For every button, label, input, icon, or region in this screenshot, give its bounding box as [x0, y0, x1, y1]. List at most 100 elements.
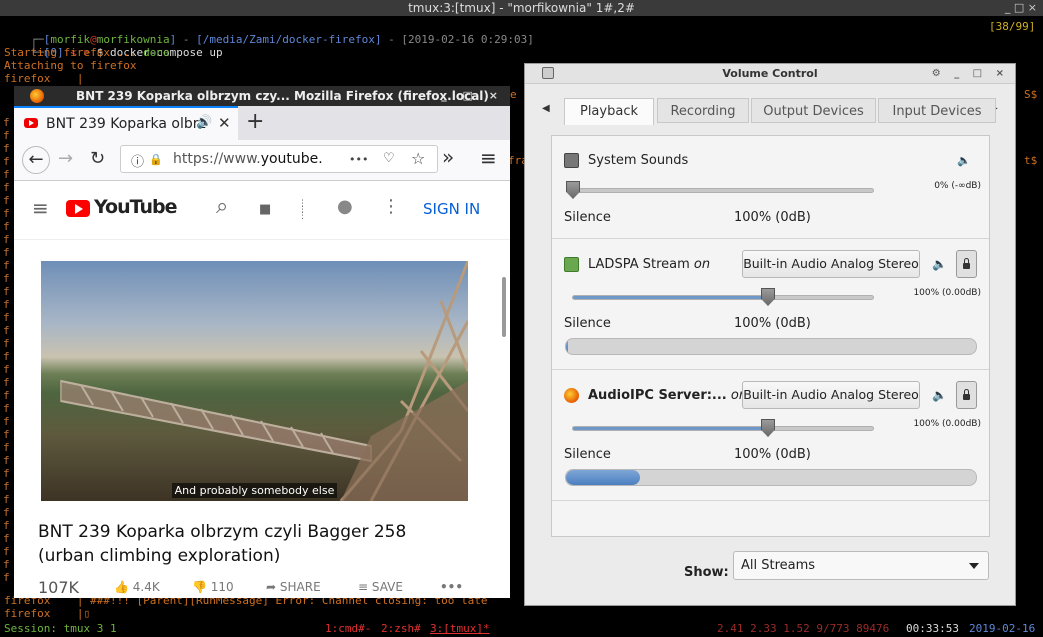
vc-title: Volume Control: [722, 67, 818, 80]
video-player[interactable]: [41, 261, 468, 501]
page-scrollbar[interactable]: [502, 277, 506, 337]
show-label: Show:: [684, 565, 729, 580]
tab-input-devices[interactable]: Input Devices: [878, 98, 996, 123]
tmux-time: 00:33:53: [906, 622, 959, 635]
log-gutter-char: f: [3, 415, 10, 428]
tmux-load: 2.41 2.33 1.52 9/773 89476: [717, 622, 890, 635]
yt-apps-icon[interactable]: ⋮⋮⋮: [298, 200, 314, 221]
log-gutter-char: f: [3, 259, 10, 272]
tab-output-devices[interactable]: Output Devices: [751, 98, 876, 123]
save-button[interactable]: ≡ SAVE: [358, 580, 403, 594]
log-gutter-char: f: [3, 324, 10, 337]
log-gutter-char: f: [3, 194, 10, 207]
log-right-t: t$: [1024, 154, 1038, 167]
youtube-logo[interactable]: [66, 200, 90, 217]
url-bar[interactable]: ⓘ 🔒 https://www.youtube. ••• ♡ ☆: [120, 145, 438, 173]
log-gutter-char: f: [3, 129, 10, 142]
log-attaching: Attaching to firefox: [4, 59, 137, 72]
pocket-icon[interactable]: ♡: [383, 151, 395, 166]
channel-lock-button[interactable]: [956, 381, 977, 409]
silence-label: Silence: [564, 316, 611, 331]
back-button[interactable]: ←: [22, 146, 50, 174]
tmux-window-3[interactable]: 3:[tmux]*: [430, 621, 490, 637]
new-tab-button[interactable]: +: [246, 109, 264, 134]
log-gutter-char: f: [3, 558, 10, 571]
channel-lock-button[interactable]: [956, 250, 977, 278]
tab-close-icon[interactable]: ✕: [218, 114, 231, 132]
peak-meter: [565, 338, 977, 355]
stream-name: LADSPA Stream on: [588, 257, 711, 272]
firefox-window-controls[interactable]: _ □ ×: [441, 86, 504, 106]
terminal-window-controls[interactable]: _ □ ×: [1005, 0, 1037, 16]
show-filter-select[interactable]: All Streams: [733, 551, 989, 580]
device-select-button[interactable]: Built-in Audio Analog Stereo: [742, 250, 920, 278]
log-firefox: firefox |: [4, 72, 84, 85]
hundred-label: 100% (0dB): [734, 447, 811, 462]
tab-title: BNT 239 Koparka olbrz: [46, 116, 206, 132]
share-button[interactable]: ➦ SHARE: [266, 580, 321, 594]
vc-tabs: Playback Recording Output Devices Input …: [538, 98, 1004, 125]
log-gutter-char: f: [3, 142, 10, 155]
youtube-wordmark[interactable]: YouTube: [94, 196, 177, 218]
yt-upload-icon[interactable]: ■: [259, 202, 271, 217]
tab-recording[interactable]: Recording: [657, 98, 749, 123]
url-text[interactable]: https://www.youtube.: [173, 151, 323, 167]
silence-label: Silence: [564, 447, 611, 462]
tab-youtube[interactable]: BNT 239 Koparka olbrz 🔊 ✕: [14, 106, 238, 140]
info-icon[interactable]: ⓘ: [131, 151, 144, 170]
show-filter-value: All Streams: [741, 558, 816, 573]
vc-app-icon: [542, 67, 554, 79]
mute-icon[interactable]: 🔈: [932, 388, 947, 402]
log-gutter-char: f: [3, 571, 10, 584]
video-caption: And probably somebody else: [41, 483, 468, 498]
device-select-button[interactable]: Built-in Audio Analog Stereo: [742, 381, 920, 409]
log-starting: Starting firefox ... done: [4, 46, 170, 59]
tab-playback[interactable]: Playback: [564, 98, 654, 125]
firefox-title: BNT 239 Koparka olbrzym czy... Mozilla F…: [76, 89, 489, 103]
stream-audioipc: AudioIPC Server:... on Built-in Audio An…: [552, 369, 989, 501]
log-last-line: firefox |▯: [4, 607, 91, 620]
mute-icon[interactable]: 🔈: [932, 257, 947, 271]
log-gutter-char: f: [3, 155, 10, 168]
mute-icon[interactable]: 🔈: [957, 154, 971, 167]
forward-button[interactable]: →: [58, 148, 73, 169]
youtube-header: ≡ YouTube ⌕ ■ ⋮⋮⋮ ● ⋮ SIGN IN: [14, 181, 510, 240]
reload-button[interactable]: ↻: [90, 148, 105, 169]
stream-name: AudioIPC Server:... on: [588, 388, 748, 403]
log-gutter-char: f: [3, 545, 10, 558]
lock-icon[interactable]: 🔒: [149, 153, 163, 166]
tmux-window-2[interactable]: 2:zsh#: [381, 621, 421, 637]
log-gutter-char: f: [3, 285, 10, 298]
sign-in-button[interactable]: SIGN IN: [423, 200, 480, 218]
yt-messages-icon[interactable]: ●: [337, 196, 353, 217]
page-actions-icon[interactable]: •••: [349, 153, 368, 166]
chevron-down-icon: [969, 563, 979, 569]
dislike-button[interactable]: 👎 110: [192, 580, 234, 594]
log-right-e: e: [510, 88, 517, 101]
vc-window-controls[interactable]: ⚙ _ □ ×: [932, 64, 1009, 83]
vc-titlebar: Volume Control ⚙ _ □ ×: [525, 64, 1015, 84]
pane-counter: [38/99]: [989, 20, 1036, 33]
log-gutter-char: f: [3, 220, 10, 233]
bookmark-star-icon[interactable]: ☆: [411, 149, 425, 168]
prompt-time: [2019-02-16 0:29:03]: [401, 33, 534, 46]
more-actions-icon[interactable]: •••: [440, 580, 463, 594]
yt-menu-icon[interactable]: ≡: [32, 196, 49, 220]
overflow-icon[interactable]: »: [442, 145, 454, 169]
hundred-label: 100% (0dB): [734, 316, 811, 331]
stream-system-sounds: System Sounds 🔈 0% (-∞dB) Silence 100% (…: [552, 136, 989, 239]
yt-search-icon[interactable]: ⌕: [216, 194, 228, 219]
yt-more-icon[interactable]: ⋮: [382, 196, 400, 217]
log-gutter-char: f: [3, 441, 10, 454]
volume-slider[interactable]: [572, 419, 874, 437]
tmux-window-1[interactable]: 1:cmd#-: [325, 621, 371, 637]
hamburger-menu-icon[interactable]: ≡: [480, 146, 497, 170]
log-gutter-char: f: [3, 467, 10, 480]
tab-audio-icon[interactable]: 🔊: [196, 115, 212, 130]
volume-slider[interactable]: [572, 288, 874, 306]
log-gutter-char: f: [3, 168, 10, 181]
video-meta: 107K 👍 4.4K 👎 110 ➦ SHARE ≡ SAVE •••: [38, 578, 463, 597]
tmux-session: Session: tmux 3 1: [4, 622, 117, 635]
like-button[interactable]: 👍 4.4K: [114, 580, 160, 594]
volume-slider[interactable]: [566, 181, 874, 199]
